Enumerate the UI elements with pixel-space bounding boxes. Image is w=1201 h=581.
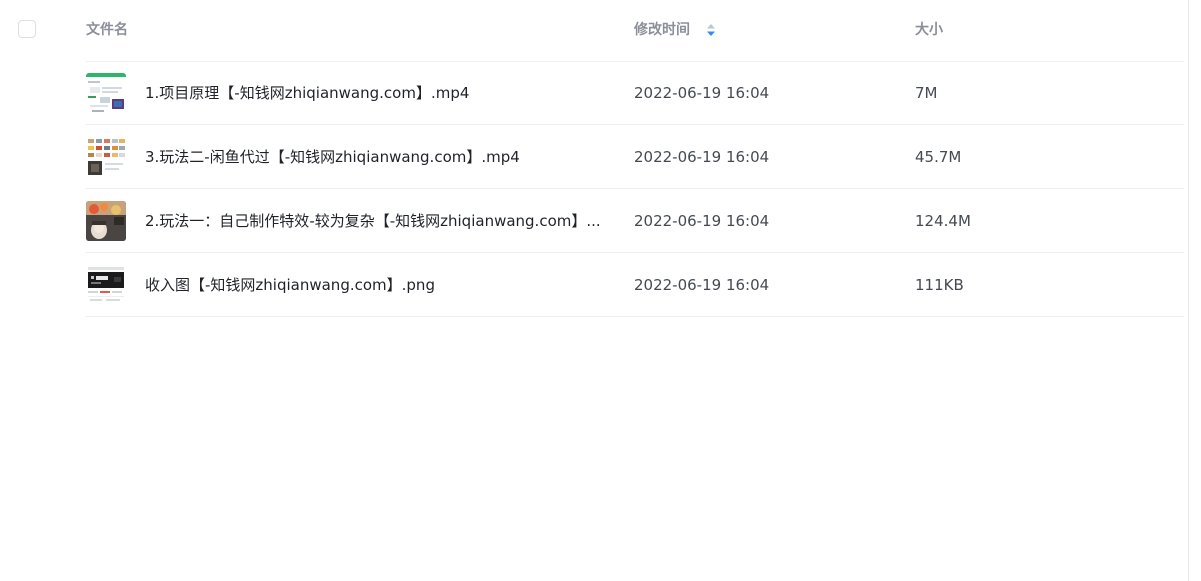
sort-up-arrow [707,24,715,29]
file-size: 7M [915,84,938,102]
file-list-header: 文件名 修改时间 大小 [0,0,1188,60]
sort-down-arrow [707,31,715,36]
file-size: 111KB [915,276,964,294]
file-modified-time: 2022-06-19 16:04 [634,212,770,230]
file-size: 45.7M [915,148,962,166]
video-thumbnail-icon [86,201,126,241]
file-list-page: 文件名 修改时间 大小 1.项目原理【-知钱网zhiqianwang.com】.… [0,0,1201,581]
file-row[interactable]: 1.项目原理【-知钱网zhiqianwang.com】.mp4 2022-06-… [0,61,1188,125]
select-all-checkbox[interactable] [18,20,36,38]
file-row[interactable]: 收入图【-知钱网zhiqianwang.com】.png 2022-06-19 … [0,253,1188,317]
file-row[interactable]: 3.玩法二-闲鱼代过【-知钱网zhiqianwang.com】.mp4 2022… [0,125,1188,189]
sort-icon[interactable] [706,23,716,37]
column-header-name[interactable]: 文件名 [86,21,128,39]
row-divider [86,316,1184,317]
file-row[interactable]: 2.玩法一：自己制作特效-较为复杂【-知钱网zhiqianwang.com】..… [0,189,1188,253]
video-thumbnail-icon [86,73,126,113]
video-thumbnail-icon [86,137,126,177]
file-modified-time: 2022-06-19 16:04 [634,84,770,102]
column-header-modified[interactable]: 修改时间 [634,21,690,39]
file-modified-time: 2022-06-19 16:04 [634,276,770,294]
column-header-size[interactable]: 大小 [915,21,943,39]
image-thumbnail-icon [86,265,126,305]
file-size: 124.4M [915,212,971,230]
file-name[interactable]: 3.玩法二-闲鱼代过【-知钱网zhiqianwang.com】.mp4 [145,147,600,167]
file-name[interactable]: 2.玩法一：自己制作特效-较为复杂【-知钱网zhiqianwang.com】..… [145,211,600,231]
file-name[interactable]: 1.项目原理【-知钱网zhiqianwang.com】.mp4 [145,83,600,103]
file-modified-time: 2022-06-19 16:04 [634,148,770,166]
file-name[interactable]: 收入图【-知钱网zhiqianwang.com】.png [145,275,600,295]
scrollbar-track[interactable] [1188,0,1189,581]
